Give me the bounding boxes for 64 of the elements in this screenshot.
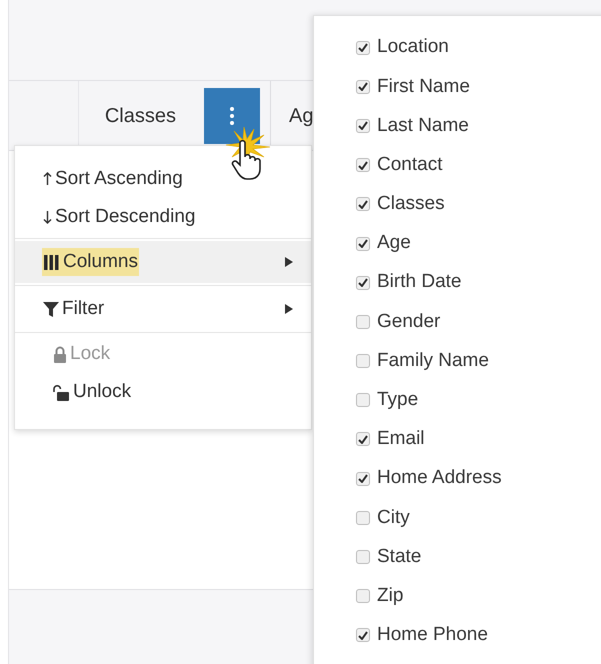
checkbox[interactable] [356,589,370,604]
column-option-label: First Name [377,74,470,99]
column-option-label: Family Name [377,348,489,373]
checkbox[interactable] [356,314,370,329]
menu-item-label: Unlock [73,380,132,404]
check-icon [358,630,368,640]
column-option-label: Gender [377,310,440,334]
menu-item[interactable]: Sort Ascending [15,160,311,198]
checkbox[interactable] [356,158,370,172]
column-option-label: Contact [377,152,442,177]
menu-item[interactable]: Filter [15,288,311,330]
check-icon [358,474,368,484]
checkbox[interactable] [356,550,370,564]
menu-item-label: Columns [63,250,138,274]
column-option-label: Type [377,388,418,412]
checkbox[interactable] [356,276,370,290]
column-menu-button[interactable] [204,88,260,144]
checkbox[interactable] [356,197,370,212]
unlock-icon [53,384,70,400]
menu-item[interactable]: Unlock [15,373,311,411]
check-icon [358,160,368,170]
checkbox[interactable] [356,472,370,486]
column-option-label: Location [377,35,449,60]
menu-item-label: Filter [62,296,104,321]
checkbox[interactable] [356,40,370,55]
arrow-up-icon [43,172,52,186]
check-icon [358,239,368,248]
column-option-label: Last Name [377,114,469,138]
checkbox[interactable] [356,236,370,251]
check-icon [358,121,368,130]
checkbox[interactable] [356,628,370,642]
column-option-label: Classes [377,192,445,216]
column-option-label: City [377,506,410,530]
column-option-label: Email [377,427,425,452]
check-icon [358,278,368,288]
menu-item[interactable]: Sort Descending [15,198,311,236]
menu-item[interactable]: Columns [15,241,311,283]
column-option-label: Zip [377,584,404,608]
column-header: Ag [289,104,314,128]
arrow-down-icon [43,210,52,224]
column-option-label: Birth Date [377,270,462,294]
check-icon [358,434,368,444]
menu-item-label: Sort Ascending [55,166,183,191]
menu-item-label: Sort Descending [55,204,196,229]
column-option-label: Home Address [377,466,502,490]
checkbox[interactable] [356,118,370,133]
submenu-arrow-icon [285,304,293,314]
lock-icon [53,346,67,362]
column-header: Classes [104,104,176,128]
menu-item-label: Lock [70,342,110,366]
checkbox[interactable] [356,510,370,525]
check-icon [358,82,368,92]
check-icon [358,200,368,209]
checkbox[interactable] [356,80,370,94]
column-option-label: State [377,544,422,569]
checkbox[interactable] [356,354,370,368]
checkbox[interactable] [356,393,370,408]
submenu-arrow-icon [285,257,293,267]
filter-icon [43,300,59,318]
column-option-label: Home Phone [377,623,488,648]
checkbox[interactable] [356,432,370,446]
check-icon [358,43,368,52]
columns-icon [43,254,60,270]
column-option-label: Age [377,231,411,256]
